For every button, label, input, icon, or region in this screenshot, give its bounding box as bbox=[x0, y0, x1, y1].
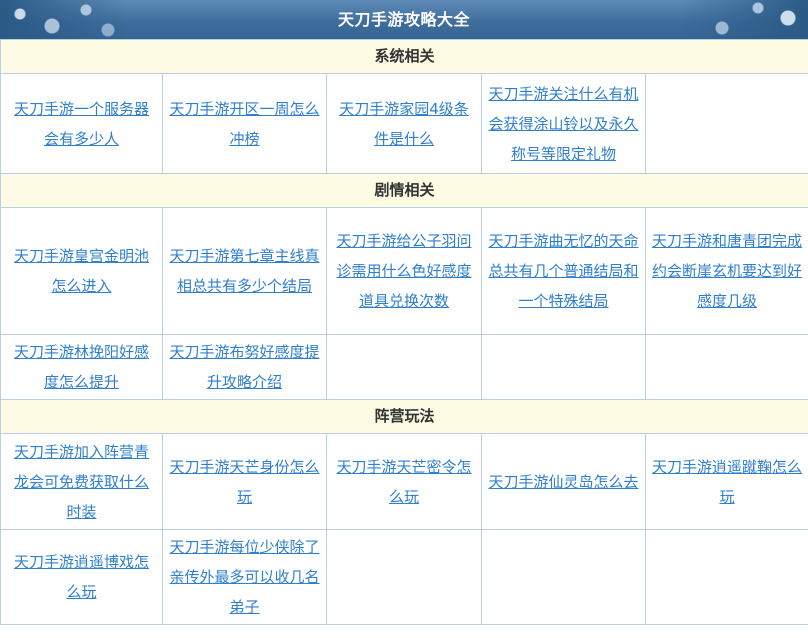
page-title: 天刀手游攻略大全 bbox=[337, 10, 470, 29]
table-cell: 天刀手游仙灵岛怎么去 bbox=[481, 433, 646, 530]
guide-link[interactable]: 天刀手游开区一周怎么冲榜 bbox=[169, 100, 319, 148]
empty-cell bbox=[644, 73, 808, 174]
table-cell: 天刀手游逍遥博戏怎么玩 bbox=[0, 529, 163, 625]
table-cell: 天刀手游曲无忆的天命总共有几个普通结局和一个特殊结局 bbox=[481, 207, 646, 335]
empty-cell bbox=[644, 334, 808, 400]
guide-link[interactable]: 天刀手游逍遥蹴鞠怎么玩 bbox=[652, 458, 802, 506]
table-cell: 天刀手游一个服务器会有多少人 bbox=[0, 73, 163, 174]
guide-table: 系统相关 天刀手游一个服务器会有多少人 天刀手游开区一周怎么冲榜 天刀手游家园4… bbox=[0, 39, 808, 625]
table-cell: 天刀手游和唐青团完成约会断崖玄机要达到好感度几级 bbox=[644, 207, 808, 335]
header-banner: 天刀手游攻略大全 bbox=[0, 0, 808, 39]
table-row: 天刀手游一个服务器会有多少人 天刀手游开区一周怎么冲榜 天刀手游家园4级条件是什… bbox=[0, 73, 808, 174]
table-cell: 天刀手游每位少侠除了亲传外最多可以收几名弟子 bbox=[162, 529, 327, 625]
section-title: 剧情相关 bbox=[0, 173, 808, 208]
table-cell: 天刀手游给公子羽问诊需用什么色好感度道具兑换次数 bbox=[326, 207, 482, 335]
table-cell: 天刀手游林挽阳好感度怎么提升 bbox=[0, 334, 163, 400]
table-cell: 天刀手游加入阵营青龙会可免费获取什么时装 bbox=[0, 433, 163, 530]
guide-link[interactable]: 天刀手游林挽阳好感度怎么提升 bbox=[14, 343, 149, 391]
section-header-system: 系统相关 bbox=[0, 39, 808, 74]
guide-link[interactable]: 天刀手游天芒密令怎么玩 bbox=[336, 458, 471, 506]
guide-link[interactable]: 天刀手游布努好感度提升攻略介绍 bbox=[169, 343, 319, 391]
table-row: 天刀手游林挽阳好感度怎么提升 天刀手游布努好感度提升攻略介绍 bbox=[0, 334, 808, 400]
empty-cell bbox=[326, 334, 482, 400]
empty-cell bbox=[481, 529, 646, 625]
table-cell: 天刀手游逍遥蹴鞠怎么玩 bbox=[644, 433, 808, 530]
section-title: 阵营玩法 bbox=[0, 399, 808, 434]
guide-link[interactable]: 天刀手游和唐青团完成约会断崖玄机要达到好感度几级 bbox=[652, 232, 802, 310]
guide-link[interactable]: 天刀手游仙灵岛怎么去 bbox=[488, 473, 638, 491]
guide-link[interactable]: 天刀手游曲无忆的天命总共有几个普通结局和一个特殊结局 bbox=[488, 232, 638, 310]
guide-link[interactable]: 天刀手游关注什么有机会获得涂山铃以及永久称号等限定礼物 bbox=[488, 85, 638, 163]
table-cell: 天刀手游开区一周怎么冲榜 bbox=[162, 73, 327, 174]
guide-link[interactable]: 天刀手游每位少侠除了亲传外最多可以收几名弟子 bbox=[169, 538, 319, 616]
table-row: 天刀手游逍遥博戏怎么玩 天刀手游每位少侠除了亲传外最多可以收几名弟子 bbox=[0, 529, 808, 625]
table-cell: 天刀手游天芒密令怎么玩 bbox=[326, 433, 482, 530]
guide-link[interactable]: 天刀手游皇宫金明池怎么进入 bbox=[14, 247, 149, 295]
guide-link[interactable]: 天刀手游加入阵营青龙会可免费获取什么时装 bbox=[14, 443, 149, 521]
empty-cell bbox=[481, 334, 646, 400]
guide-link[interactable]: 天刀手游家园4级条件是什么 bbox=[339, 100, 469, 148]
table-cell: 天刀手游第七章主线真相总共有多少个结局 bbox=[162, 207, 327, 335]
empty-cell bbox=[326, 529, 482, 625]
table-row: 天刀手游加入阵营青龙会可免费获取什么时装 天刀手游天芒身份怎么玩 天刀手游天芒密… bbox=[0, 433, 808, 530]
section-title: 系统相关 bbox=[0, 39, 808, 74]
table-cell: 天刀手游布努好感度提升攻略介绍 bbox=[162, 334, 327, 400]
table-cell: 天刀手游家园4级条件是什么 bbox=[326, 73, 482, 174]
table-row: 天刀手游皇宫金明池怎么进入 天刀手游第七章主线真相总共有多少个结局 天刀手游给公… bbox=[0, 207, 808, 335]
guide-link[interactable]: 天刀手游给公子羽问诊需用什么色好感度道具兑换次数 bbox=[336, 232, 471, 310]
guide-link[interactable]: 天刀手游逍遥博戏怎么玩 bbox=[14, 553, 149, 601]
empty-cell bbox=[644, 529, 808, 625]
guide-link[interactable]: 天刀手游第七章主线真相总共有多少个结局 bbox=[169, 247, 319, 295]
guide-link[interactable]: 天刀手游一个服务器会有多少人 bbox=[14, 100, 149, 148]
table-cell: 天刀手游关注什么有机会获得涂山铃以及永久称号等限定礼物 bbox=[481, 73, 646, 174]
section-header-story: 剧情相关 bbox=[0, 173, 808, 208]
table-cell: 天刀手游皇宫金明池怎么进入 bbox=[0, 207, 163, 335]
guide-link[interactable]: 天刀手游天芒身份怎么玩 bbox=[169, 458, 319, 506]
section-header-faction: 阵营玩法 bbox=[0, 399, 808, 434]
table-cell: 天刀手游天芒身份怎么玩 bbox=[162, 433, 327, 530]
